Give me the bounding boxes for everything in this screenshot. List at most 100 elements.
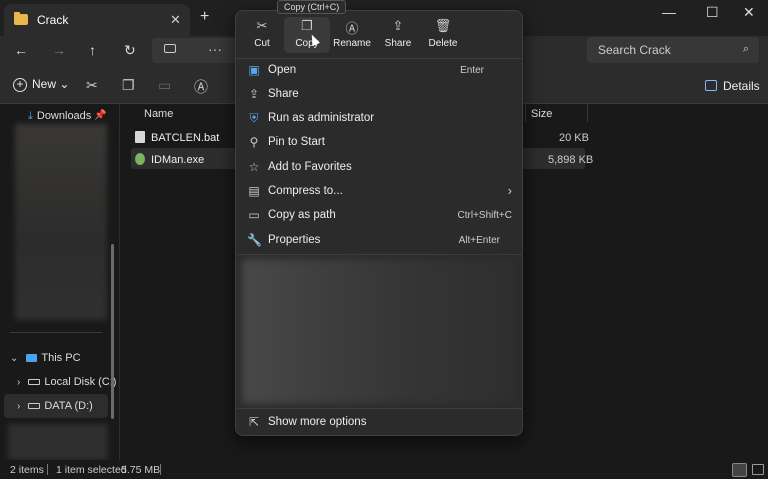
- blurred-region: [242, 259, 517, 404]
- monitor-icon: [26, 354, 38, 362]
- tab-crack[interactable]: Crack ✕: [4, 4, 190, 36]
- sidebar-item-label: This PC: [41, 352, 81, 364]
- menu-item-label: Properties: [268, 234, 321, 246]
- share-icon: ⇪: [248, 87, 260, 101]
- path-icon: ▭: [248, 208, 260, 222]
- tiles-view-icon[interactable]: [752, 464, 764, 475]
- menu-item-label: Share: [268, 88, 299, 100]
- rename-icon[interactable]: Ⓐ: [194, 77, 208, 97]
- column-header-name[interactable]: Name: [144, 108, 173, 120]
- menu-shortcut: Enter: [460, 65, 484, 76]
- menu-item-share[interactable]: ⇪ Share: [236, 83, 524, 107]
- chevron-down-icon[interactable]: ⌄: [10, 353, 18, 364]
- search-box[interactable]: Search Crack ⌕: [587, 37, 759, 63]
- tab-close-icon[interactable]: ✕: [170, 12, 181, 28]
- scissors-icon: ✂: [256, 18, 268, 33]
- table-row[interactable]: BATCLEN.bat: [135, 131, 219, 144]
- minimize-button[interactable]: —: [662, 4, 676, 20]
- sidebar-item-downloads[interactable]: ⤓ Downloads: [28, 110, 91, 123]
- menu-item-properties[interactable]: 🔧 Properties Alt+Enter: [236, 229, 524, 253]
- drive-icon: [28, 379, 41, 385]
- menu-item-label: Compress to...: [268, 185, 343, 197]
- pin-icon: ⚲: [249, 135, 259, 149]
- copy-action[interactable]: ❐ Copy: [284, 17, 330, 53]
- tab-title: Crack: [37, 13, 69, 27]
- menu-item-label: Show more options: [268, 416, 367, 428]
- pin-icon: 📌: [94, 110, 107, 121]
- maximize-button[interactable]: ☐: [706, 4, 719, 21]
- menu-shortcut: Alt+Enter: [458, 235, 500, 246]
- menu-item-label: Run as administrator: [268, 112, 375, 124]
- breadcrumb-overflow[interactable]: ···: [208, 41, 222, 57]
- column-separator[interactable]: [525, 104, 526, 122]
- action-label: Delete: [428, 38, 458, 49]
- details-label: Details: [723, 79, 760, 93]
- table-row[interactable]: IDMan.exe: [135, 153, 204, 166]
- menu-item-add-to-favorites[interactable]: ☆ Add to Favorites: [236, 156, 524, 180]
- sidebar-scrollbar[interactable]: [111, 244, 114, 419]
- details-button[interactable]: Details: [705, 79, 760, 93]
- details-pane-icon: [705, 80, 717, 91]
- menu-separator: [237, 408, 523, 409]
- action-label: Cut: [254, 38, 270, 49]
- menu-item-compress-to[interactable]: ▤ Compress to... ›: [236, 180, 524, 204]
- refresh-button[interactable]: ↻: [124, 42, 136, 59]
- search-icon: ⌕: [742, 43, 749, 55]
- new-tab-button[interactable]: +: [200, 8, 209, 26]
- close-window-button[interactable]: ✕: [743, 4, 755, 21]
- blurred-region: [15, 124, 107, 320]
- menu-item-label: Open: [268, 64, 297, 76]
- menu-item-open[interactable]: ▣ Open Enter: [236, 59, 524, 83]
- paste-icon[interactable]: ▭: [158, 77, 171, 94]
- sidebar-item-label: Local Disk (C:): [44, 376, 117, 388]
- copy-icon: ❐: [301, 18, 313, 33]
- context-menu: ✂ Cut ❐ Copy Ⓐ Rename ⇪ Share 🗑 Delete ▣…: [235, 10, 523, 436]
- chevron-right-icon[interactable]: ›: [17, 401, 20, 412]
- menu-item-label: Pin to Start: [268, 136, 325, 148]
- details-view-icon[interactable]: [732, 463, 747, 477]
- copy-tooltip: Copy (Ctrl+C): [277, 0, 347, 14]
- address-bar[interactable]: ···: [152, 38, 242, 63]
- blurred-region: [8, 424, 108, 460]
- shield-icon: ⛨: [249, 111, 259, 125]
- navigation-pane: ⤓ Downloads 📌 ⌄ This PC › Local Disk (C:) ›…: [0, 104, 120, 460]
- cut-action[interactable]: ✂ Cut: [239, 17, 285, 53]
- up-button[interactable]: ↑: [89, 42, 96, 58]
- chevron-right-icon[interactable]: ›: [17, 377, 20, 388]
- menu-item-pin-to-start[interactable]: ⚲ Pin to Start: [236, 131, 524, 155]
- sidebar-item-label: Downloads: [36, 110, 92, 122]
- new-button[interactable]: + New ⌄: [13, 77, 69, 92]
- menu-item-show-more-options[interactable]: ⇱ Show more options: [236, 411, 524, 435]
- status-bar: 2 items 1 item selected 5.75 MB: [0, 460, 768, 479]
- column-header-size[interactable]: Size: [531, 108, 552, 120]
- copy-icon[interactable]: ❐: [122, 77, 135, 94]
- sidebar-item-this-pc[interactable]: ⌄ This PC: [10, 352, 81, 364]
- drive-icon: [28, 403, 41, 409]
- sidebar-item-label: DATA (D:): [44, 400, 93, 412]
- plus-icon: +: [13, 78, 27, 92]
- menu-separator: [237, 254, 523, 255]
- divider: [10, 332, 102, 333]
- share-action[interactable]: ⇪ Share: [375, 17, 421, 53]
- rename-icon: Ⓐ: [345, 21, 359, 36]
- back-button[interactable]: ←: [14, 42, 28, 58]
- menu-item-run-as-admin[interactable]: ⛨ Run as administrator: [236, 107, 524, 131]
- menu-item-label: Copy as path: [268, 209, 336, 221]
- sidebar-item-data-drive[interactable]: › DATA (D:): [17, 400, 93, 412]
- column-separator[interactable]: [587, 104, 588, 122]
- cut-icon[interactable]: ✂: [86, 77, 98, 94]
- exe-file-icon: [135, 153, 145, 165]
- menu-item-copy-as-path[interactable]: ▭ Copy as path Ctrl+Shift+C: [236, 204, 524, 228]
- this-pc-icon: [164, 44, 176, 53]
- rename-action[interactable]: Ⓐ Rename: [329, 17, 375, 53]
- sidebar-item-local-disk[interactable]: › Local Disk (C:): [17, 376, 116, 388]
- delete-action[interactable]: 🗑 Delete: [420, 17, 466, 53]
- share-icon: ⇪: [392, 18, 404, 33]
- search-input[interactable]: Search Crack: [598, 43, 671, 57]
- batch-file-icon: [135, 131, 145, 143]
- menu-shortcut: Ctrl+Shift+C: [457, 210, 512, 221]
- forward-button[interactable]: →: [52, 42, 66, 58]
- star-icon: ☆: [248, 160, 260, 174]
- folder-icon: [14, 12, 28, 25]
- menu-item-label: Add to Favorites: [268, 161, 352, 173]
